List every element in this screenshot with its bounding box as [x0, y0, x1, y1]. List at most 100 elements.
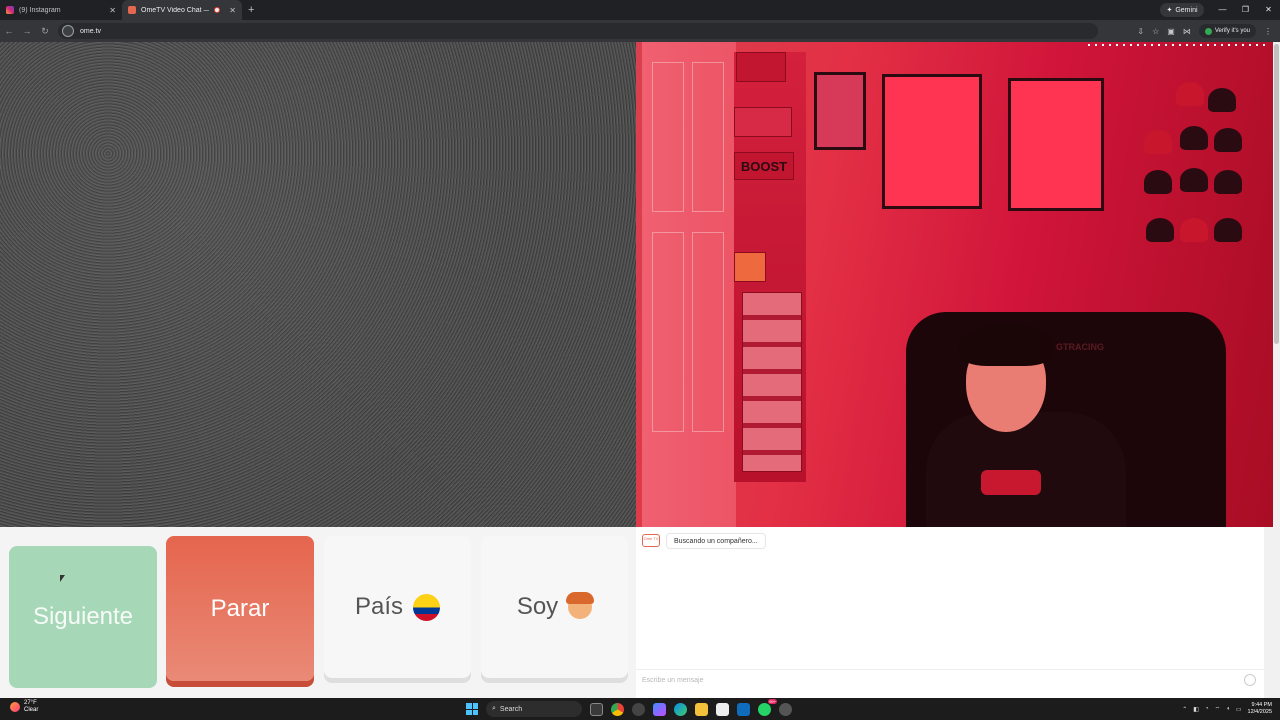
- shoe-box: [734, 252, 766, 282]
- message-input[interactable]: Escribe un mensaje: [636, 669, 1264, 691]
- star-icon[interactable]: ☆: [1152, 27, 1159, 36]
- back-icon[interactable]: ←: [0, 26, 18, 36]
- sneaker-shelf: BOOST: [734, 52, 806, 482]
- jersey-frame: [1008, 78, 1104, 211]
- country-button[interactable]: País: [324, 536, 471, 678]
- weather-desc: Clear: [24, 707, 39, 713]
- edge-icon[interactable]: [674, 702, 687, 716]
- next-button[interactable]: Siguiente: [9, 546, 157, 688]
- gender-button[interactable]: Soy: [481, 536, 628, 678]
- cap: [1180, 126, 1208, 150]
- browser-toolbar: ← → ↻ ome.tv ⇩ ☆ ▣ ⋈ Verify it's you ⋮: [0, 20, 1280, 42]
- clock-date: 12/4/2025: [1247, 709, 1272, 715]
- scrollbar-thumb[interactable]: [1274, 44, 1279, 344]
- tab-title: (9) Instagram: [19, 6, 61, 14]
- avatar: [1204, 27, 1212, 35]
- window-controls: — ❐ ✕: [1211, 0, 1280, 20]
- file-explorer-icon[interactable]: [695, 702, 708, 716]
- chatgpt-icon[interactable]: [632, 702, 645, 716]
- windows-taskbar: 27°F Clear ⌕ Search 99+ ⌃ ◧ ◔ ⌔ ◖ ▭ 9:44…: [0, 698, 1280, 720]
- door-panel: [692, 62, 724, 212]
- address-bar[interactable]: ome.tv: [58, 23, 1098, 39]
- next-label: Siguiente: [32, 603, 134, 630]
- cap: [1214, 218, 1242, 242]
- reload-icon[interactable]: ↻: [36, 26, 54, 37]
- system-tray: ⌃ ◧ ◔ ⌔ ◖ ▭ 9:44 PM 12/4/2025: [1182, 700, 1272, 718]
- ometv-logo: Ome TV: [642, 534, 660, 547]
- close-icon[interactable]: ✕: [229, 6, 236, 15]
- gemini-button[interactable]: ✦ Gemini: [1160, 3, 1204, 17]
- settings-icon[interactable]: [779, 702, 792, 716]
- boost-box: BOOST: [734, 152, 794, 180]
- gemini-label: Gemini: [1175, 6, 1198, 14]
- battery-icon[interactable]: ▭: [1236, 706, 1242, 713]
- cap: [1144, 170, 1172, 194]
- profile-verify-button[interactable]: Verify it's you: [1198, 24, 1256, 38]
- install-icon[interactable]: ⇩: [1137, 27, 1144, 36]
- url-text: ome.tv: [80, 27, 102, 35]
- status-message: Buscando un compañero...: [666, 533, 766, 549]
- network-icon[interactable]: ◔: [1205, 706, 1209, 712]
- minimize-icon[interactable]: —: [1211, 0, 1234, 20]
- tab-ometv[interactable]: OmeTV Video Chat — Ome ✕: [122, 0, 242, 20]
- wifi-icon[interactable]: ⌔: [1215, 705, 1221, 713]
- cap: [1214, 128, 1242, 152]
- side-panel-icon[interactable]: ▣: [1167, 27, 1175, 36]
- maximize-icon[interactable]: ❐: [1234, 0, 1257, 20]
- clock[interactable]: 9:44 PM 12/4/2025: [1248, 702, 1272, 716]
- new-tab-button[interactable]: +: [248, 4, 254, 16]
- start-icon[interactable]: [466, 703, 478, 715]
- verify-label: Verify it's you: [1214, 28, 1250, 34]
- page-content: BOOST GTRACING Siguiente Parar País Soy …: [0, 42, 1280, 698]
- extensions-icon[interactable]: ⋈: [1183, 27, 1191, 36]
- microphone: [981, 470, 1041, 495]
- emoji-icon[interactable]: [1244, 674, 1256, 686]
- task-view-icon[interactable]: [590, 702, 603, 716]
- scrollbar[interactable]: [1273, 42, 1280, 698]
- copilot-icon[interactable]: [653, 702, 666, 716]
- collectible-cases: [742, 292, 802, 472]
- app-tray-icon[interactable]: ◧: [1193, 706, 1199, 713]
- toolbar-actions: ⇩ ☆ ▣ ⋈ Verify it's you ⋮: [1137, 20, 1280, 42]
- store-icon[interactable]: [716, 702, 729, 716]
- whatsapp-icon[interactable]: 99+: [758, 698, 777, 716]
- chat-panel: Ome TV Buscando un compañero... Escribe …: [636, 527, 1264, 698]
- mouse-cursor: [60, 575, 65, 582]
- recording-icon: [214, 7, 221, 13]
- self-video: BOOST GTRACING: [636, 42, 1273, 527]
- cap: [1214, 170, 1242, 194]
- colombia-flag-icon: [413, 593, 441, 621]
- chrome-icon[interactable]: [611, 702, 624, 716]
- clock-time: 9:44 PM: [1251, 702, 1272, 708]
- instagram-icon: [6, 6, 14, 14]
- close-window-icon[interactable]: ✕: [1257, 0, 1280, 20]
- cap: [1208, 88, 1236, 112]
- cap: [1180, 218, 1208, 242]
- weather-temp: 27°F: [24, 700, 37, 706]
- chevron-up-icon[interactable]: ⌃: [1182, 706, 1187, 713]
- tab-instagram[interactable]: (9) Instagram ✕: [0, 0, 122, 20]
- site-info-icon[interactable]: [62, 25, 74, 37]
- volume-icon[interactable]: ◖: [1226, 706, 1230, 712]
- notification-badge: 99+: [768, 698, 777, 704]
- room-door: [642, 42, 736, 527]
- stop-label: Parar: [210, 594, 270, 622]
- search-icon: ⌕: [492, 705, 496, 712]
- country-label: País: [354, 593, 404, 620]
- close-icon[interactable]: ✕: [109, 6, 116, 15]
- taskbar-apps: ⌕ Search 99+: [466, 698, 792, 718]
- stop-button[interactable]: Parar: [166, 536, 314, 681]
- cap: [1176, 82, 1204, 106]
- tab-strip: (9) Instagram ✕ OmeTV Video Chat — Ome ✕…: [0, 0, 1280, 20]
- weather-icon: [10, 702, 20, 712]
- door-panel: [652, 232, 684, 432]
- cap: [1146, 218, 1174, 242]
- chat-controls: Siguiente Parar País Soy: [0, 527, 636, 698]
- menu-icon[interactable]: ⋮: [1264, 27, 1272, 36]
- jersey-frame: [882, 74, 982, 209]
- forward-icon[interactable]: →: [18, 26, 36, 36]
- ometv-icon: [128, 6, 136, 14]
- outlook-icon[interactable]: [737, 702, 750, 716]
- taskbar-search[interactable]: ⌕ Search: [486, 701, 582, 717]
- weather-widget[interactable]: 27°F Clear: [10, 700, 38, 714]
